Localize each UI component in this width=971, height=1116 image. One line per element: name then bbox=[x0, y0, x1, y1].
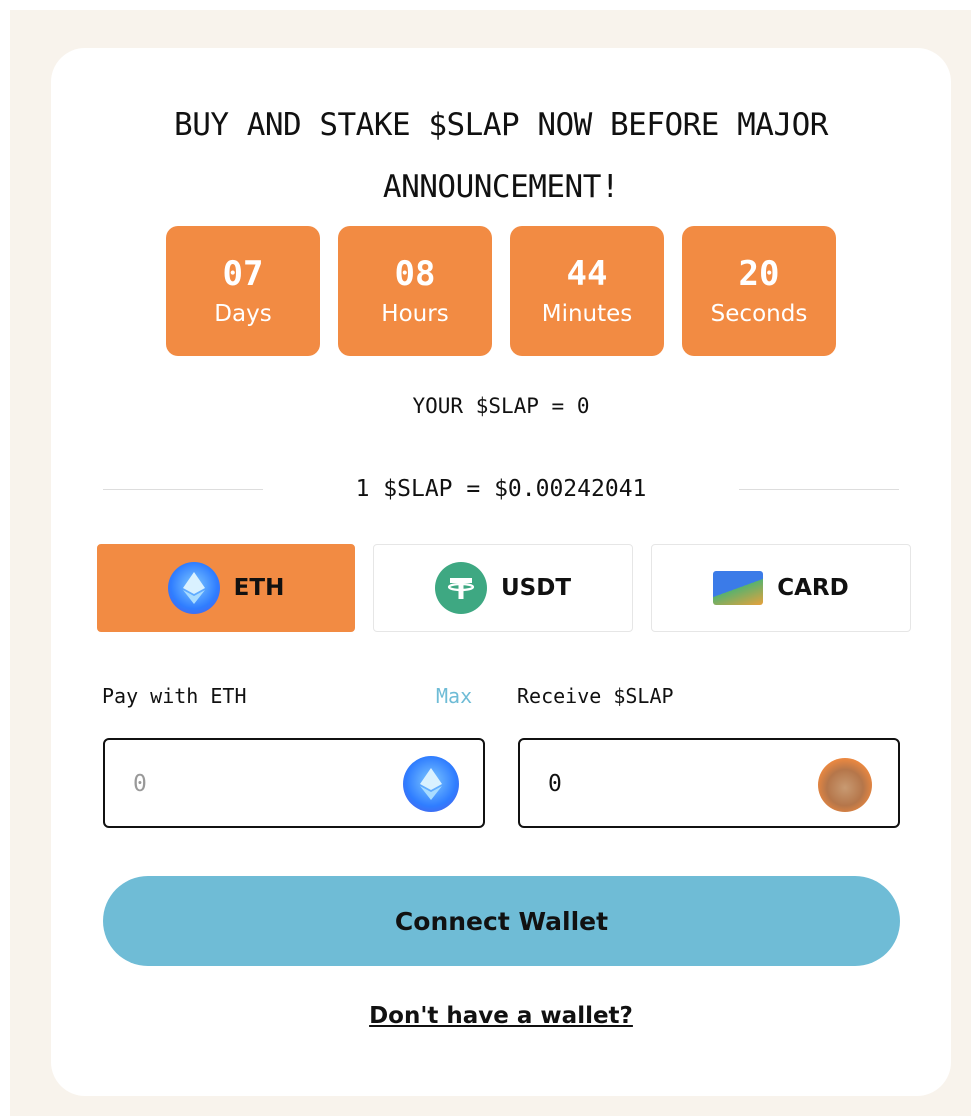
countdown-timer: 07 Days 08 Hours 44 Minutes 20 Seconds bbox=[166, 226, 836, 356]
headline: BUY AND STAKE $SLAP NOW BEFORE MAJOR ANN… bbox=[174, 107, 828, 205]
receive-label: Receive $SLAP bbox=[517, 684, 674, 708]
usdt-icon bbox=[434, 562, 487, 614]
tab-card[interactable]: CARD bbox=[651, 544, 911, 632]
credit-card-icon bbox=[713, 571, 764, 605]
eth-icon bbox=[403, 756, 459, 812]
tab-label: ETH bbox=[233, 575, 285, 601]
price-rate: 1 $SLAP = $0.00242041 bbox=[103, 472, 899, 506]
max-button[interactable]: Max bbox=[436, 684, 472, 708]
payment-method-tabs: ETH USDT CARD bbox=[97, 544, 911, 632]
receive-amount-input[interactable] bbox=[548, 762, 788, 806]
amount-labels: Pay with ETH Max Receive $SLAP bbox=[102, 684, 900, 714]
no-wallet-help: Don't have a wallet? bbox=[51, 1003, 951, 1029]
countdown-value: 08 bbox=[394, 254, 436, 294]
tab-eth[interactable]: ETH bbox=[97, 544, 355, 632]
pay-amount-input[interactable] bbox=[133, 762, 373, 806]
presale-widget: BUY AND STAKE $SLAP NOW BEFORE MAJOR ANN… bbox=[51, 48, 951, 1096]
countdown-unit: Days bbox=[214, 301, 272, 327]
countdown-seconds: 20 Seconds bbox=[682, 226, 836, 356]
receive-amount-field bbox=[518, 738, 900, 828]
divider bbox=[739, 489, 899, 490]
countdown-value: 20 bbox=[738, 254, 780, 294]
pay-amount-field bbox=[103, 738, 485, 828]
connect-wallet-button[interactable]: Connect Wallet bbox=[103, 876, 900, 966]
countdown-minutes: 44 Minutes bbox=[510, 226, 664, 356]
page-background: BUY AND STAKE $SLAP NOW BEFORE MAJOR ANN… bbox=[10, 10, 971, 1116]
tab-label: USDT bbox=[500, 575, 572, 601]
pay-label: Pay with ETH bbox=[102, 684, 247, 708]
countdown-unit: Seconds bbox=[710, 301, 808, 327]
tab-label: CARD bbox=[777, 575, 849, 601]
slap-token-icon bbox=[818, 758, 872, 812]
no-wallet-link[interactable]: Don't have a wallet? bbox=[369, 1003, 633, 1029]
tab-usdt[interactable]: USDT bbox=[373, 544, 633, 632]
countdown-unit: Minutes bbox=[541, 301, 633, 327]
countdown-hours: 08 Hours bbox=[338, 226, 492, 356]
user-balance: YOUR $SLAP = 0 bbox=[412, 394, 590, 418]
countdown-value: 44 bbox=[566, 254, 608, 294]
countdown-value: 07 bbox=[222, 254, 264, 294]
countdown-days: 07 Days bbox=[166, 226, 320, 356]
eth-icon bbox=[167, 562, 220, 614]
countdown-unit: Hours bbox=[381, 301, 449, 327]
